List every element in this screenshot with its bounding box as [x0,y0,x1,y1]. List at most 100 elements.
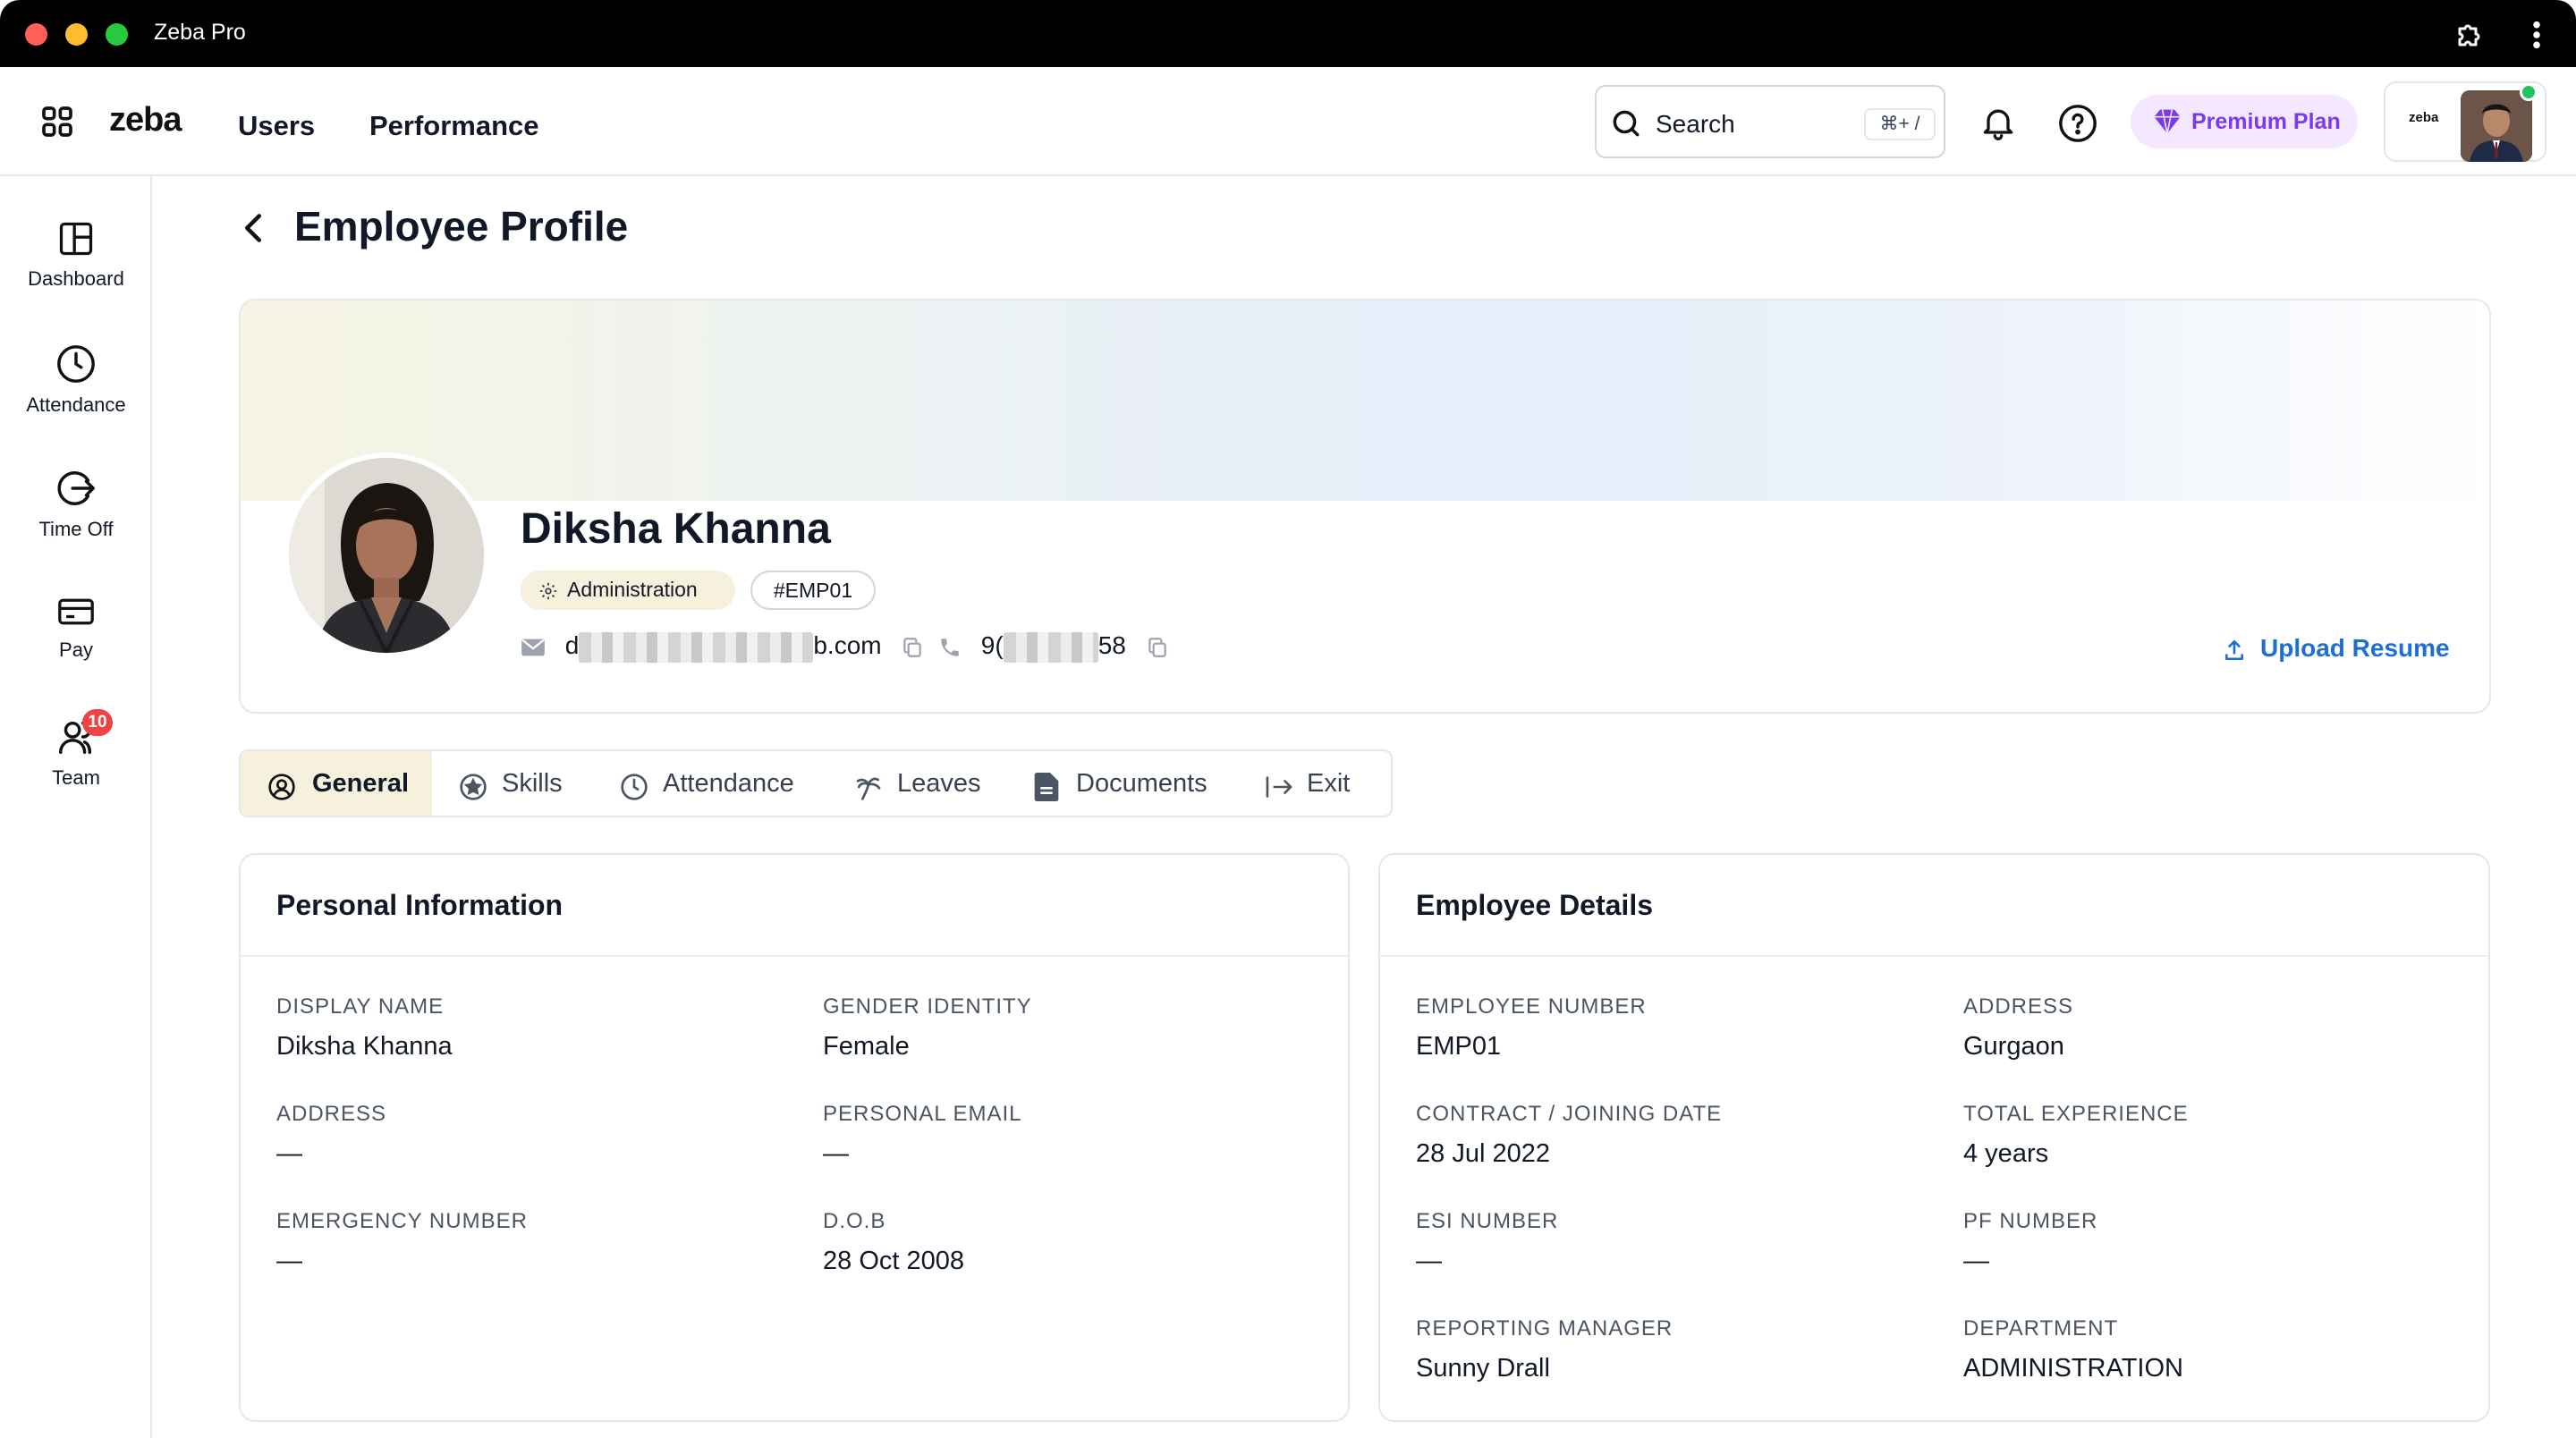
tab-leaves[interactable]: Leaves [827,751,1006,816]
employee-name: Diksha Khanna [521,505,831,553]
mail-icon [521,639,545,656]
card-header: Employee Details [1380,855,2488,957]
palm-tree-icon [856,777,881,800]
field-label: CONTRACT / JOINING DATE [1416,1102,1723,1126]
field-esi-number: ESI NUMBER — [1416,1209,1558,1276]
app-grid-icon[interactable] [39,104,75,144]
clock-icon [57,345,95,383]
field-label: ADDRESS [276,1102,387,1126]
department-chip: Administration [521,571,735,610]
employee-details-card: Employee Details EMPLOYEE NUMBER EMP01 A… [1378,853,2490,1422]
profile-photo [284,453,489,658]
premium-plan-label: Premium Plan [2191,109,2341,134]
field-total-experience: TOTAL EXPERIENCE 4 years [1963,1102,2189,1169]
department-chip-label: Administration [567,578,698,601]
field-label: GENDER IDENTITY [823,994,1032,1019]
user-avatar [2461,90,2532,162]
tab-attendance[interactable]: Attendance [593,751,827,816]
field-value: 28 Jul 2022 [1416,1139,1550,1168]
field-reporting-manager: REPORTING MANAGER Sunny Drall [1416,1316,1673,1383]
field-value: EMP01 [1416,1032,1502,1061]
field-address: ADDRESS — [276,1102,386,1169]
dashboard-icon [59,222,93,256]
phone-icon [941,638,959,656]
more-vertical-icon[interactable] [2531,20,2542,55]
maximize-window-button[interactable] [106,23,128,46]
sidebar-item-team[interactable]: 10 Team [0,709,152,790]
search-box[interactable]: Search ⌘+ / [1595,85,1945,158]
tab-label: Skills [502,769,563,798]
nav-users[interactable]: Users [238,110,315,142]
org-logo: zeba [2409,110,2439,125]
redacted-phone [1003,631,1098,663]
team-badge: 10 [82,709,113,736]
nav-performance[interactable]: Performance [369,110,539,142]
tab-label: General [312,769,409,798]
field-label: ESI NUMBER [1416,1209,1559,1233]
field-label: EMERGENCY NUMBER [276,1209,528,1233]
help-icon[interactable] [2057,103,2098,148]
field-label: DEPARTMENT [1963,1316,2119,1341]
sidebar-item-label: Attendance [26,393,126,416]
sidebar-item-label: Pay [59,639,93,661]
extensions-icon[interactable] [2454,18,2487,55]
sidebar-item-label: Dashboard [28,267,124,290]
profile-card: Diksha Khanna Administration #EMP01 d b.c… [239,299,2491,714]
field-pf-number: PF NUMBER — [1963,1209,2097,1276]
back-button[interactable] [240,212,267,249]
field-gender-identity: GENDER IDENTITY Female [823,994,1032,1062]
personal-information-card: Personal Information DISPLAY NAME Diksha… [239,853,1350,1422]
sidebar-item-label: Team [52,766,100,789]
account-menu[interactable]: zeba [2384,81,2546,162]
premium-plan-button[interactable]: Premium Plan [2131,95,2358,148]
field-value: 4 years [1963,1139,2049,1168]
tab-skills[interactable]: Skills [432,751,593,816]
sidebar-item-pay[interactable]: Pay [0,594,152,662]
user-circle-icon [268,774,295,800]
copy-icon[interactable] [1146,635,1169,660]
card-title: Employee Details [1416,889,1653,921]
field-label: PF NUMBER [1963,1209,2098,1233]
field-address: ADDRESS Gurgaon [1963,994,2073,1062]
field-employee-number: EMPLOYEE NUMBER EMP01 [1416,994,1647,1062]
sidebar-item-dashboard[interactable]: Dashboard [0,219,152,291]
field-label: EMPLOYEE NUMBER [1416,994,1647,1019]
sidebar-item-time-off[interactable]: Time Off [0,468,152,541]
field-value: 28 Oct 2008 [823,1247,964,1275]
profile-banner [241,300,2489,501]
field-department: DEPARTMENT ADMINISTRATION [1963,1316,2183,1383]
close-window-button[interactable] [25,23,47,46]
card-icon [58,598,94,625]
field-value: Female [823,1032,910,1061]
tab-exit[interactable]: Exit [1241,751,1391,816]
title-bar: Zeba Pro [0,0,2576,67]
tab-label: Exit [1307,769,1351,798]
clock-icon [621,774,648,800]
search-icon [1613,110,1640,137]
card-header: Personal Information [241,855,1348,957]
redacted-email [579,631,814,663]
tab-label: Documents [1076,769,1208,798]
zeba-logo[interactable]: zeba [109,101,182,140]
app-window: Zeba Pro zeba Users Performance Search ⌘… [0,0,2576,1438]
notifications-icon[interactable] [1979,103,2018,147]
tab-general[interactable]: General [241,751,432,816]
diamond-icon [2154,109,2181,134]
tab-label: Leaves [897,769,981,798]
page-title: Employee Profile [294,203,629,250]
field-label: D.O.B [823,1209,886,1233]
field-value: — [276,1139,302,1168]
window-title: Zeba Pro [154,20,246,45]
minimize-window-button[interactable] [65,23,88,46]
tab-label: Attendance [663,769,794,798]
search-shortcut: ⌘+ / [1864,108,1936,140]
field-value: Sunny Drall [1416,1354,1550,1383]
sidebar-item-attendance[interactable]: Attendance [0,343,152,417]
tab-documents[interactable]: Documents [1006,751,1241,816]
logout-icon [57,471,95,505]
gear-icon [539,582,557,600]
profile-tabs: General Skills Attendance Leaves Documen… [239,749,1393,817]
copy-icon[interactable] [901,635,924,660]
field-label: ADDRESS [1963,994,2074,1019]
field-display-name: DISPLAY NAME Diksha Khanna [276,994,453,1062]
